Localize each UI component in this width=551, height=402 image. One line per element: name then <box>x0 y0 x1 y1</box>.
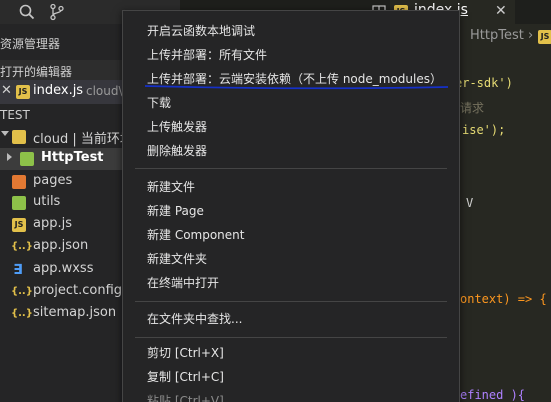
menu-item-copy[interactable]: 复制 [Ctrl+C] <box>123 365 459 388</box>
js-file-icon: JS <box>16 85 30 99</box>
menu-item-paste: 粘贴 [Ctrl+V] <box>147 394 224 402</box>
open-editor-path: cloud\ <box>86 84 123 98</box>
menu-item-download[interactable]: 下载 <box>123 91 459 114</box>
code-fragment: V <box>466 196 474 210</box>
menu-item-local-debug[interactable]: 开启云函数本地调试 <box>123 19 459 42</box>
tree-item-label: HttpTest <box>41 150 104 165</box>
search-icon[interactable] <box>18 3 36 21</box>
breadcrumb[interactable]: HttpTest › <box>470 28 533 43</box>
open-editor-filename: index.js <box>33 83 84 98</box>
js-file-icon: JS <box>12 218 26 232</box>
code-fragment: ise'); <box>462 123 506 137</box>
code-fragment: 请求 <box>460 101 485 115</box>
source-control-icon[interactable] <box>48 3 66 21</box>
menu-item-upload-all[interactable]: 上传并部署：所有文件 <box>123 43 459 66</box>
folder-icon <box>12 196 26 210</box>
close-icon[interactable]: ✕ <box>1 83 12 98</box>
chevron-down-icon <box>1 131 9 136</box>
tree-item-label: pages <box>33 173 73 188</box>
tree-item-label: app.wxss <box>33 261 94 276</box>
menu-item-delete-trigger[interactable]: 删除触发器 <box>123 139 459 162</box>
code-fragment: er-sdk') <box>455 76 513 90</box>
menu-separator <box>135 337 447 338</box>
context-menu: 开启云函数本地调试 上传并部署：所有文件 上传并部署：云端安装依赖（不上传 no… <box>122 10 460 402</box>
js-file-icon: JS <box>538 30 551 44</box>
folder-icon <box>20 152 34 166</box>
menu-item-upload-trigger[interactable]: 上传触发器 <box>123 115 459 138</box>
tree-item-label: sitemap.json <box>33 305 117 320</box>
menu-separator <box>135 168 447 169</box>
menu-item-new-component[interactable]: 新建 Component <box>123 223 459 246</box>
tree-item-label: cloud | 当前环境 <box>33 132 133 147</box>
code-fragment: ontext) => { <box>460 292 547 306</box>
wxss-file-icon: ∃ <box>13 262 23 278</box>
folder-icon <box>12 175 26 189</box>
tree-item-label: app.json <box>33 238 89 253</box>
menu-item-open-terminal[interactable]: 在终端中打开 <box>123 271 459 294</box>
tree-item-label: app.js <box>33 216 72 231</box>
menu-item-cut[interactable]: 剪切 [Ctrl+X] <box>123 341 459 364</box>
folder-icon <box>12 130 26 144</box>
close-icon[interactable]: ✕ <box>495 3 507 19</box>
json-file-icon: {..} <box>11 241 33 252</box>
menu-item-new-file[interactable]: 新建文件 <box>123 175 459 198</box>
json-file-icon: {..} <box>11 308 33 319</box>
menu-separator <box>135 301 447 302</box>
json-file-icon: {..} <box>11 286 33 297</box>
tree-item-label: utils <box>33 194 61 209</box>
menu-item-find-in-folder[interactable]: 在文件夹中查找... <box>123 307 459 330</box>
chevron-right-icon <box>7 153 12 161</box>
menu-item-new-page[interactable]: 新建 Page <box>123 199 459 222</box>
code-fragment: efined ){ <box>460 388 526 402</box>
menu-item-new-folder[interactable]: 新建文件夹 <box>123 247 459 270</box>
